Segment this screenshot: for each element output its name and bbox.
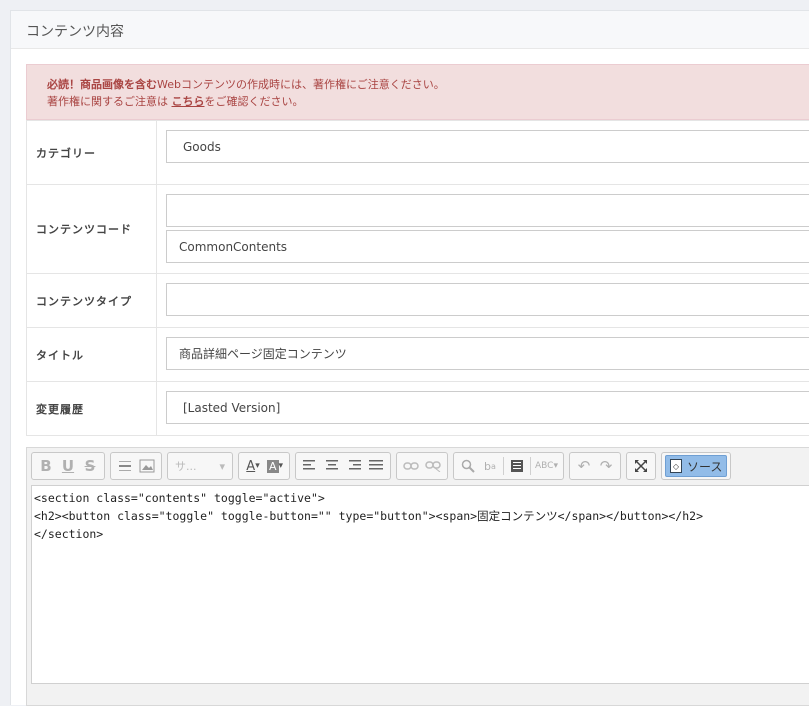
copyright-alert: 必読！商品画像を含むWebコンテンツの作成時には、著作権にご注意ください。 著作… xyxy=(26,64,809,120)
code-line: <section class="contents" toggle="active… xyxy=(34,491,325,505)
category-label: カテゴリー xyxy=(27,121,157,184)
divider xyxy=(503,457,504,475)
html-editor: B U S サ... ▾ A ▾ A ▾ b a ABC ▾ ↶ ↷ ◇ ソース… xyxy=(26,447,809,706)
underline-button[interactable]: U xyxy=(57,455,79,477)
title-label: タイトル xyxy=(27,328,157,381)
alert-bold-text: 必読！商品画像を含む xyxy=(47,78,157,91)
chevron-down-icon: ▾ xyxy=(278,461,284,471)
source-icon: ◇ xyxy=(670,459,682,473)
bg-color-button[interactable]: A ▾ xyxy=(264,455,286,477)
content-type-select[interactable] xyxy=(166,283,809,316)
link-group xyxy=(396,452,448,480)
horizontal-rule-icon[interactable] xyxy=(114,455,136,477)
history-select[interactable]: [Lasted Version] xyxy=(166,391,809,424)
unlink-icon[interactable] xyxy=(422,455,444,477)
editor-toolbar: B U S サ... ▾ A ▾ A ▾ b a ABC ▾ ↶ ↷ ◇ ソース xyxy=(27,448,809,484)
styles-combo[interactable]: サ... ▾ xyxy=(171,455,229,477)
alert-line-1: 必読！商品画像を含むWebコンテンツの作成時には、著作権にご注意ください。 xyxy=(47,76,809,93)
row-content-code: コンテンツコード CommonContents xyxy=(26,185,809,274)
redo-icon[interactable]: ↷ xyxy=(595,455,617,477)
find-group: ba ABC ▾ xyxy=(453,452,564,480)
font-color-icon: A xyxy=(246,458,256,474)
history-label: 変更履歴 xyxy=(27,382,157,435)
styles-combo-label: サ... xyxy=(175,460,197,473)
bold-button[interactable]: B xyxy=(35,455,57,477)
source-label: ソース xyxy=(687,459,723,474)
chevron-down-icon: ▾ xyxy=(255,461,260,471)
content-type-label: コンテンツタイプ xyxy=(27,274,157,327)
basic-styles-group: B U S xyxy=(31,452,105,480)
category-select[interactable]: Goods xyxy=(166,130,809,163)
code-line: <h2><button class="toggle" toggle-button… xyxy=(34,509,704,523)
undo-icon[interactable]: ↶ xyxy=(573,455,595,477)
align-left-icon[interactable] xyxy=(299,455,321,477)
content-code-input[interactable] xyxy=(166,194,809,227)
align-right-icon[interactable] xyxy=(343,455,365,477)
select-all-icon[interactable] xyxy=(506,455,528,477)
search-icon[interactable] xyxy=(457,455,479,477)
alert-text-post: をご確認ください。 xyxy=(204,95,304,108)
divider xyxy=(530,457,531,475)
colors-group: A ▾ A ▾ xyxy=(238,452,290,480)
undo-group: ↶ ↷ xyxy=(569,452,621,480)
maximize-icon[interactable] xyxy=(630,455,652,477)
row-category: カテゴリー Goods xyxy=(26,121,809,185)
row-history: 変更履歴 [Lasted Version] xyxy=(26,382,809,436)
panel-title: コンテンツ内容 xyxy=(11,11,809,49)
source-group: ◇ ソース xyxy=(661,452,732,480)
alert-text-pre: 著作権に関するご注意は xyxy=(47,95,168,108)
alert-text: Webコンテンツの作成時には、著作権にご注意ください。 xyxy=(157,78,445,91)
row-title: タイトル 商品詳細ページ固定コンテンツ xyxy=(26,328,809,382)
spellcheck-icon[interactable]: ABC ▾ xyxy=(533,455,560,477)
content-panel: コンテンツ内容 必読！商品画像を含むWebコンテンツの作成時には、著作権にご注意… xyxy=(10,10,809,706)
styles-group: サ... ▾ xyxy=(167,452,233,480)
alert-line-2: 著作権に関するご注意は こちらをご確認ください。 xyxy=(47,93,809,110)
align-group xyxy=(295,452,391,480)
source-button[interactable]: ◇ ソース xyxy=(665,455,728,477)
title-input[interactable]: 商品詳細ページ固定コンテンツ xyxy=(166,337,809,370)
strike-button[interactable]: S xyxy=(79,455,101,477)
bg-color-icon: A xyxy=(266,459,279,473)
image-icon[interactable] xyxy=(136,455,158,477)
align-justify-icon[interactable] xyxy=(365,455,387,477)
maximize-group xyxy=(626,452,656,480)
chevron-down-icon: ▾ xyxy=(219,459,225,473)
replace-icon[interactable]: ba xyxy=(479,455,501,477)
content-code-label: コンテンツコード xyxy=(27,185,157,273)
source-textarea[interactable]: <section class="contents" toggle="active… xyxy=(31,485,809,684)
font-color-button[interactable]: A ▾ xyxy=(242,455,264,477)
content-code-common-input[interactable]: CommonContents xyxy=(166,230,809,263)
code-line: </section> xyxy=(34,527,104,541)
copyright-link[interactable]: こちら xyxy=(172,95,205,108)
content-form: カテゴリー Goods コンテンツコード CommonContents コンテン… xyxy=(26,120,809,436)
insert-group xyxy=(110,452,162,480)
align-center-icon[interactable] xyxy=(321,455,343,477)
link-icon[interactable] xyxy=(400,455,422,477)
row-content-type: コンテンツタイプ xyxy=(26,274,809,328)
